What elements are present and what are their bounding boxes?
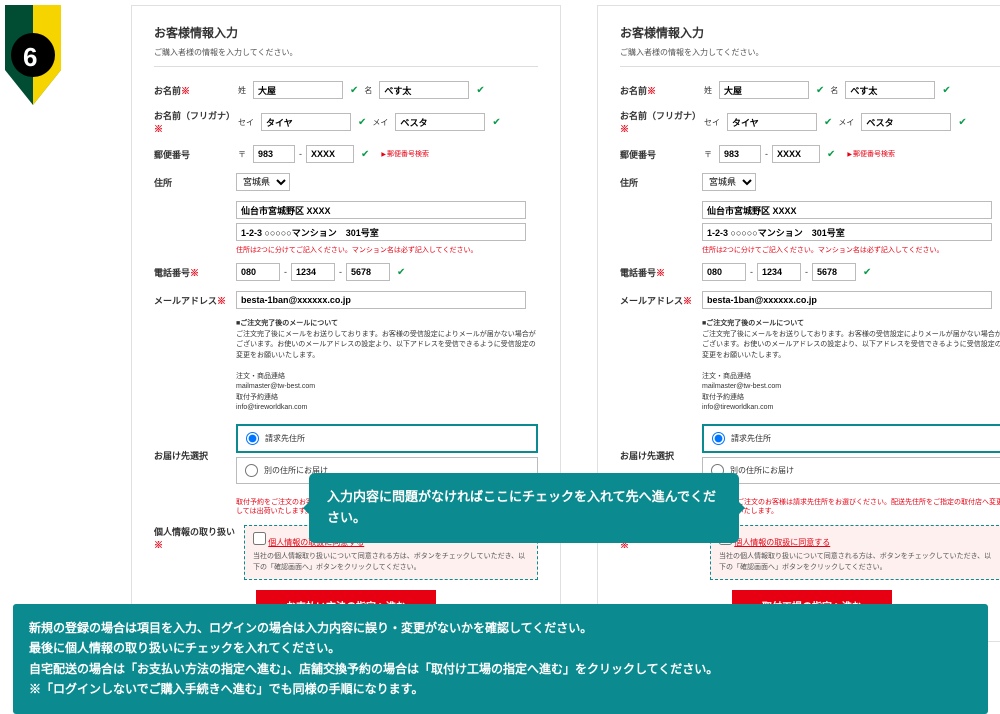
label-deliv: お届け先選択 [620, 449, 702, 462]
step-number: 6 [23, 42, 37, 73]
radio-deliv1[interactable] [246, 432, 259, 445]
card-title: お客様情報入力 [154, 24, 538, 41]
zip-search-link[interactable]: 郵便番号検索 [381, 149, 429, 159]
form-card-left: お客様情報入力 ご購入者様の情報を入力してください。 お名前※ 姓 ✔ 名 ✔ … [131, 5, 561, 642]
input-zip1[interactable] [719, 145, 761, 163]
input-tel3[interactable] [812, 263, 856, 281]
input-tel3[interactable] [346, 263, 390, 281]
input-tel1[interactable] [236, 263, 280, 281]
consent-link[interactable]: 個人情報の取扱に同意する [734, 538, 830, 547]
check-icon: ✔ [824, 117, 832, 128]
sublabel-sei: 姓 [238, 85, 246, 96]
label-kana: お名前（フリガナ）※ [154, 109, 236, 135]
input-sei[interactable] [253, 81, 343, 99]
input-addr2[interactable] [236, 223, 526, 241]
input-seik[interactable] [727, 113, 817, 131]
input-mei[interactable] [845, 81, 935, 99]
deliv-option-2[interactable]: 別の住所にお届け [702, 457, 1000, 484]
step-badge: 6 [5, 5, 61, 105]
check-icon: ✔ [492, 117, 500, 128]
check-icon: ✔ [358, 117, 366, 128]
label-email: メールアドレス※ [154, 294, 236, 307]
label-kana: お名前（フリガナ）※ [620, 109, 702, 135]
sublabel-zip: 〒 [238, 149, 246, 160]
card-subtitle: ご購入者様の情報を入力してください。 [154, 47, 538, 67]
instruction-banner: 新規の登録の場合は項目を入力、ログインの場合は入力内容に誤り・変更がないかを確認… [13, 604, 988, 714]
card-title: お客様情報入力 [620, 24, 1000, 41]
label-tel: 電話番号※ [154, 266, 236, 279]
check-icon: ✔ [361, 149, 369, 160]
select-pref[interactable]: 宮城県 [236, 173, 290, 191]
label-deliv: お届け先選択 [154, 449, 236, 462]
input-meik[interactable] [395, 113, 485, 131]
input-addr2[interactable] [702, 223, 992, 241]
tooltip-callout: 入力内容に問題がなければここにチェックを入れて先へ進んでください。 [309, 473, 739, 543]
input-meik[interactable] [861, 113, 951, 131]
deliv-option-1[interactable]: 請求先住所 [702, 424, 1000, 453]
sublabel-mei: 名 [364, 85, 372, 96]
deliv-option-1[interactable]: 請求先住所 [236, 424, 538, 453]
input-addr1[interactable] [236, 201, 526, 219]
input-email[interactable] [236, 291, 526, 309]
radio-deliv2[interactable] [245, 464, 258, 477]
select-pref[interactable]: 宮城県 [702, 173, 756, 191]
label-email: メールアドレス※ [620, 294, 702, 307]
input-addr1[interactable] [702, 201, 992, 219]
label-zip: 郵便番号 [620, 148, 702, 161]
label-tel: 電話番号※ [620, 266, 702, 279]
check-icon: ✔ [476, 85, 484, 96]
label-name: お名前※ [620, 84, 702, 97]
label-consent: 個人情報の取り扱い※ [154, 525, 236, 580]
consent-box: 個人情報の取扱に同意する 当社の個人情報取り扱いについて同意される方は、ボタンを… [710, 525, 1000, 580]
checkbox-consent[interactable] [253, 532, 266, 545]
input-zip2[interactable] [306, 145, 354, 163]
check-icon: ✔ [350, 85, 358, 96]
email-note: ■ご注文完了後のメールについて ご注文完了後にメールをお送りしております。お客様… [702, 319, 1000, 414]
check-icon: ✔ [397, 267, 405, 278]
sublabel-seik: セイ [238, 117, 254, 128]
input-email[interactable] [702, 291, 992, 309]
input-zip1[interactable] [253, 145, 295, 163]
addr-note: 住所は2つに分けてご記入ください。マンション名は必ず記入してください。 [236, 245, 538, 255]
check-icon: ✔ [942, 85, 950, 96]
input-tel2[interactable] [291, 263, 335, 281]
email-note: ■ご注文完了後のメールについて ご注文完了後にメールをお送りしております。お客様… [236, 319, 538, 414]
input-zip2[interactable] [772, 145, 820, 163]
input-mei[interactable] [379, 81, 469, 99]
consent-sub: 当社の個人情報取り扱いについて同意される方は、ボタンをチェックしていただき、以下… [719, 552, 995, 573]
label-addr: 住所 [620, 176, 702, 189]
label-addr: 住所 [154, 176, 236, 189]
check-icon: ✔ [827, 149, 835, 160]
addr-note: 住所は2つに分けてご記入ください。マンション名は必ず記入してください。 [702, 245, 1000, 255]
input-tel2[interactable] [757, 263, 801, 281]
check-icon: ✔ [816, 85, 824, 96]
input-sei[interactable] [719, 81, 809, 99]
check-icon: ✔ [863, 267, 871, 278]
check-icon: ✔ [958, 117, 966, 128]
label-zip: 郵便番号 [154, 148, 236, 161]
radio-deliv1[interactable] [712, 432, 725, 445]
consent-sub: 当社の個人情報取り扱いについて同意される方は、ボタンをチェックしていただき、以下… [253, 552, 529, 573]
sublabel-meik: メイ [372, 117, 388, 128]
form-card-right: お客様情報入力 ご購入者様の情報を入力してください。 お名前※ 姓 ✔ 名 ✔ … [597, 5, 1000, 642]
label-name: お名前※ [154, 84, 236, 97]
input-seik[interactable] [261, 113, 351, 131]
input-tel1[interactable] [702, 263, 746, 281]
card-subtitle: ご購入者様の情報を入力してください。 [620, 47, 1000, 67]
zip-search-link[interactable]: 郵便番号検索 [847, 149, 895, 159]
